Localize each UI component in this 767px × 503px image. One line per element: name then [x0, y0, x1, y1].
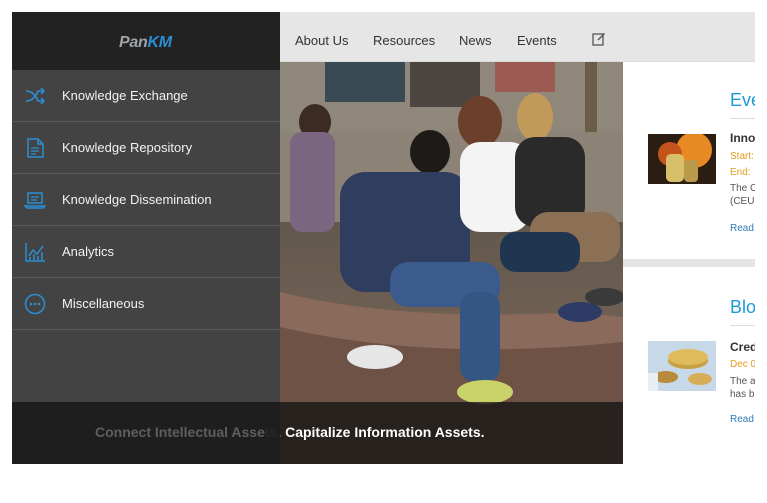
content-panel: Eve Inno Start: End: The C (CEU Read Blo	[623, 62, 755, 464]
event-description-line2: (CEU	[730, 196, 755, 207]
event-read-more-link[interactable]: Read	[730, 223, 754, 234]
sidebar-item-miscellaneous[interactable]: Miscellaneous	[12, 278, 280, 330]
nav-resources[interactable]: Resources	[373, 33, 435, 48]
sidebar-item-analytics[interactable]: Analytics	[12, 226, 280, 278]
event-start: Start:	[730, 151, 754, 162]
shuffle-icon	[25, 87, 46, 105]
section-separator	[623, 259, 755, 267]
drawer-footer: Connect Intellectual Asse	[12, 402, 280, 464]
nav-news[interactable]: News	[459, 33, 492, 48]
sidebar-item-label: Knowledge Exchange	[62, 88, 188, 103]
chart-icon	[25, 243, 45, 262]
edit-icon[interactable]	[592, 32, 606, 46]
blog-description-line2: has b	[730, 389, 755, 400]
event-end: End:	[730, 167, 751, 178]
blog-item-title[interactable]: Cred	[730, 340, 755, 354]
hero-caption-obscured: Connect Intellectual Asse	[95, 424, 265, 440]
events-title: Eve	[730, 90, 755, 110]
brand-logo[interactable]: PanKM	[119, 34, 172, 52]
app-frame: About Us Resources News Events Ev Inno S…	[12, 12, 755, 464]
sidebar-item-knowledge-dissemination[interactable]: Knowledge Dissemination	[12, 174, 280, 226]
top-navigation: About Us Resources News Events	[280, 12, 755, 62]
drawer-header: PanKM	[12, 12, 280, 70]
sidebar-item-label: Analytics	[62, 244, 115, 259]
sidebar-item-knowledge-exchange[interactable]: Knowledge Exchange	[12, 70, 280, 122]
event-description-line1: The C	[730, 183, 755, 194]
blog-thumbnail[interactable]	[648, 341, 716, 391]
blog-divider	[730, 325, 755, 326]
nav-about-us[interactable]: About Us	[295, 33, 348, 48]
sidebar-item-label: Knowledge Dissemination	[62, 192, 212, 207]
blog-description-line1: The a	[730, 376, 755, 387]
side-drawer: PanKM Knowledge Exchange Knowledge Repos…	[12, 12, 280, 464]
more-icon	[24, 293, 46, 315]
sidebar-item-knowledge-repository[interactable]: Knowledge Repository	[12, 122, 280, 174]
laptop-icon	[24, 192, 46, 209]
events-divider	[730, 118, 755, 119]
blog-image	[648, 341, 716, 391]
event-thumbnail[interactable]	[648, 134, 716, 184]
sidebar-item-label: Miscellaneous	[62, 296, 145, 311]
nav-events[interactable]: Events	[517, 33, 557, 48]
event-image	[648, 134, 716, 184]
document-icon	[27, 138, 44, 158]
blog-title: Blo	[730, 297, 755, 317]
blog-read-more-link[interactable]: Read	[730, 414, 754, 425]
sidebar-item-label: Knowledge Repository	[62, 140, 193, 155]
event-item-title[interactable]: Inno	[730, 131, 755, 145]
blog-date: Dec 0	[730, 359, 755, 370]
